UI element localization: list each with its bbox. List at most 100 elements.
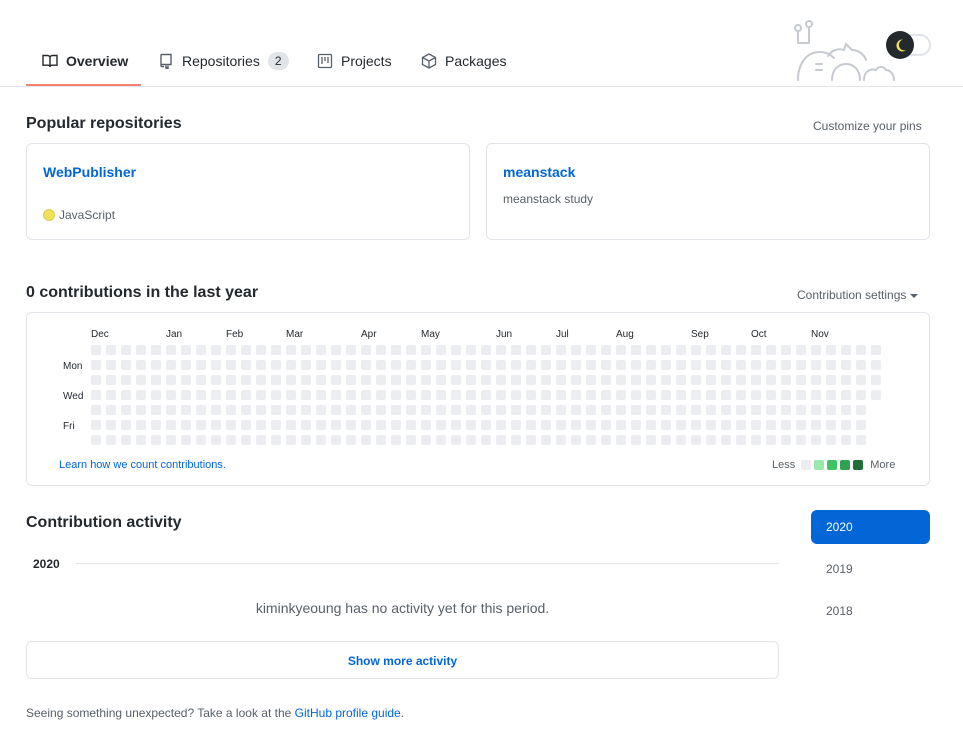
contribution-day[interactable] [166,420,176,430]
contribution-day[interactable] [301,420,311,430]
contribution-day[interactable] [526,345,536,355]
customize-pins-link[interactable]: Customize your pins [813,119,922,133]
contribution-day[interactable] [841,420,851,430]
contribution-day[interactable] [196,405,206,415]
contribution-day[interactable] [376,390,386,400]
contribution-day[interactable] [541,420,551,430]
contribution-day[interactable] [691,345,701,355]
contribution-day[interactable] [556,435,566,445]
contribution-day[interactable] [571,345,581,355]
contribution-day[interactable] [751,345,761,355]
contribution-day[interactable] [256,390,266,400]
contribution-day[interactable] [436,435,446,445]
contribution-day[interactable] [676,405,686,415]
contribution-day[interactable] [106,435,116,445]
contribution-day[interactable] [706,345,716,355]
contribution-day[interactable] [376,345,386,355]
profile-guide-link[interactable]: GitHub profile guide [295,706,401,720]
contribution-day[interactable] [181,420,191,430]
contribution-day[interactable] [691,390,701,400]
contribution-day[interactable] [481,360,491,370]
contribution-day[interactable] [556,405,566,415]
contribution-day[interactable] [466,360,476,370]
contribution-day[interactable] [271,345,281,355]
contribution-day[interactable] [781,345,791,355]
contribution-day[interactable] [691,405,701,415]
contribution-day[interactable] [151,375,161,385]
contribution-day[interactable] [421,375,431,385]
contribution-day[interactable] [136,345,146,355]
contribution-day[interactable] [541,390,551,400]
contribution-day[interactable] [316,405,326,415]
contribution-day[interactable] [796,345,806,355]
contribution-day[interactable] [271,405,281,415]
contribution-settings-dropdown[interactable]: Contribution settings [797,288,919,302]
contribution-day[interactable] [811,375,821,385]
contribution-day[interactable] [256,375,266,385]
contribution-day[interactable] [151,360,161,370]
contribution-day[interactable] [241,420,251,430]
contribution-day[interactable] [376,375,386,385]
contribution-day[interactable] [706,390,716,400]
contribution-day[interactable] [91,420,101,430]
contribution-day[interactable] [856,390,866,400]
contribution-day[interactable] [91,405,101,415]
contribution-day[interactable] [241,360,251,370]
learn-contributions-link[interactable]: Learn how we count contributions. [59,459,226,471]
contribution-day[interactable] [331,420,341,430]
contribution-day[interactable] [556,345,566,355]
contribution-day[interactable] [166,435,176,445]
contribution-day[interactable] [511,435,521,445]
contribution-day[interactable] [256,420,266,430]
contribution-day[interactable] [781,405,791,415]
contribution-day[interactable] [151,420,161,430]
contribution-day[interactable] [631,435,641,445]
repo-name-link[interactable]: meanstack [503,164,575,180]
contribution-day[interactable] [511,345,521,355]
contribution-day[interactable] [316,360,326,370]
contribution-day[interactable] [391,390,401,400]
contribution-day[interactable] [376,435,386,445]
contribution-day[interactable] [601,405,611,415]
contribution-day[interactable] [631,420,641,430]
contribution-day[interactable] [766,420,776,430]
contribution-day[interactable] [616,375,626,385]
contribution-day[interactable] [286,420,296,430]
contribution-day[interactable] [796,375,806,385]
contribution-day[interactable] [346,375,356,385]
contribution-day[interactable] [436,375,446,385]
contribution-day[interactable] [736,435,746,445]
contribution-day[interactable] [856,345,866,355]
contribution-day[interactable] [346,420,356,430]
contribution-day[interactable] [706,375,716,385]
contribution-day[interactable] [646,375,656,385]
contribution-day[interactable] [451,345,461,355]
contribution-day[interactable] [331,360,341,370]
contribution-day[interactable] [331,390,341,400]
contribution-day[interactable] [421,390,431,400]
contribution-day[interactable] [466,435,476,445]
contribution-day[interactable] [271,420,281,430]
contribution-day[interactable] [211,435,221,445]
contribution-day[interactable] [331,345,341,355]
contribution-day[interactable] [256,435,266,445]
contribution-day[interactable] [361,390,371,400]
show-more-activity-button[interactable]: Show more activity [26,641,779,679]
contribution-day[interactable] [301,360,311,370]
contribution-day[interactable] [736,390,746,400]
contribution-day[interactable] [841,375,851,385]
contribution-day[interactable] [526,390,536,400]
contribution-day[interactable] [721,390,731,400]
contribution-day[interactable] [166,345,176,355]
contribution-day[interactable] [301,345,311,355]
contribution-day[interactable] [646,420,656,430]
year-link-2020[interactable]: 2020 [811,510,930,544]
contribution-day[interactable] [781,435,791,445]
contribution-day[interactable] [631,375,641,385]
contribution-day[interactable] [751,375,761,385]
contribution-day[interactable] [676,420,686,430]
contribution-day[interactable] [706,405,716,415]
contribution-day[interactable] [616,345,626,355]
contribution-day[interactable] [631,345,641,355]
contribution-day[interactable] [256,360,266,370]
